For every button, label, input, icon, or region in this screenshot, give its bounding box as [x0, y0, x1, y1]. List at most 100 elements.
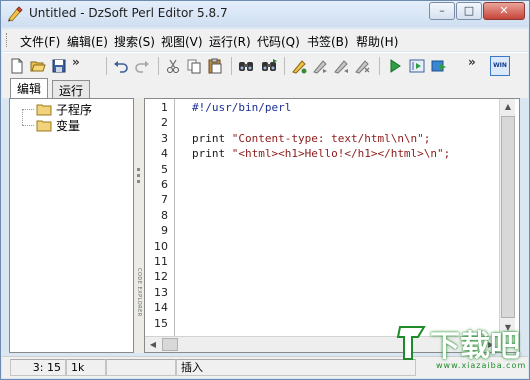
vertical-scroll-thumb[interactable] — [501, 116, 515, 318]
horizontal-scroll-thumb[interactable] — [162, 338, 178, 351]
minimize-button[interactable]: – — [429, 2, 455, 20]
menu-search[interactable]: 搜索(S) — [114, 33, 155, 50]
line-number: 10 — [154, 239, 168, 253]
bookmark-clear-icon[interactable] — [353, 57, 371, 75]
line-number: 5 — [161, 162, 168, 176]
menu-edit[interactable]: 编辑(E) — [67, 33, 108, 50]
watermark-logo-icon — [396, 326, 426, 360]
code-explorer-tree: 子程序 变量 — [9, 98, 134, 353]
cut-icon[interactable] — [164, 57, 182, 75]
line-number: 6 — [161, 178, 168, 191]
undo-icon[interactable] — [112, 57, 130, 75]
line-number: 15 — [154, 316, 168, 330]
save-icon[interactable] — [50, 57, 68, 75]
tab-run[interactable]: 运行 — [52, 80, 91, 98]
splitter-grip-dot — [137, 180, 140, 183]
folder-icon — [36, 119, 52, 132]
paste-icon[interactable] — [206, 57, 224, 75]
app-window: Untitled - DzSoft Perl Editor 5.8.7 – □ … — [0, 0, 530, 380]
toolbar-overflow-chevron-2[interactable]: » — [468, 55, 476, 69]
close-icon: ✕ — [499, 4, 509, 17]
run-icon[interactable] — [386, 57, 404, 75]
watermark-url: www.xiazaiba.com — [436, 361, 527, 370]
line-number: 4 — [161, 147, 168, 161]
scroll-left-arrow-icon[interactable]: ◀ — [145, 337, 161, 353]
perl-editor-app-icon — [7, 6, 23, 22]
menu-view[interactable]: 视图(V) — [161, 33, 203, 50]
tree-item-label: 变量 — [56, 118, 81, 133]
panel-tabs: 编辑 运行 — [2, 78, 528, 98]
copy-icon[interactable] — [185, 57, 203, 75]
new-file-icon[interactable] — [8, 57, 26, 75]
line-number: 14 — [154, 301, 168, 315]
code-token-str: "<html><h1>Hello!</h1></html>\n"; — [231, 147, 451, 161]
splitter-grip-dot — [137, 174, 140, 177]
tree-item-variables[interactable]: 变量 — [36, 117, 80, 133]
toolbar-separator — [379, 57, 380, 75]
line-number: 3 — [161, 131, 168, 145]
code-editor[interactable]: 1 2 3 4 5 6 7 8 9 10 11 12 13 14 15 #!/usr/bin/perl pri… — [144, 98, 520, 353]
window-controls: – □ ✕ — [428, 2, 525, 20]
line-number: 13 — [154, 285, 168, 299]
bookmark-toggle-icon[interactable] — [290, 57, 308, 75]
status-insert-mode: 插入 — [176, 359, 416, 376]
watermark-text: 下载吧 — [430, 329, 520, 364]
win-mode-button[interactable]: WIN — [490, 56, 510, 76]
scroll-up-arrow-icon[interactable]: ▲ — [500, 99, 516, 115]
code-line[interactable]: print "Content-type: text/html\n\n"; — [192, 132, 430, 145]
bookmark-prev-icon[interactable] — [332, 57, 350, 75]
code-text-area[interactable]: #!/usr/bin/perl print "Content-type: text… — [176, 99, 496, 336]
title-bar[interactable]: Untitled - DzSoft Perl Editor 5.8.7 – □ … — [1, 1, 529, 27]
tab-edit[interactable]: 编辑 — [10, 78, 49, 98]
menu-bookmarks[interactable]: 书签(B) — [307, 33, 349, 50]
splitter-grip-dot — [137, 168, 140, 171]
menu-bar: 文件(F) 编辑(E) 搜索(S) 视图(V) 运行(R) 代码(Q) 书签(B… — [2, 29, 528, 51]
status-modified — [106, 359, 176, 376]
bookmark-next-icon[interactable] — [311, 57, 329, 75]
tree-connector — [22, 109, 23, 125]
line-number: 11 — [154, 255, 168, 268]
line-number-gutter: 1 2 3 4 5 6 7 8 9 10 11 12 13 14 15 — [145, 99, 175, 336]
line-number: 8 — [161, 208, 168, 222]
toolbar-separator — [284, 57, 285, 75]
line-number: 2 — [161, 116, 168, 130]
site-watermark: 下载吧 www.xiazaiba.com — [396, 319, 528, 379]
folder-icon — [36, 103, 52, 116]
code-token-kw: print — [192, 131, 232, 145]
open-folder-icon[interactable] — [29, 57, 47, 75]
find-icon[interactable] — [237, 57, 255, 75]
maximize-button[interactable]: □ — [456, 2, 482, 20]
tree-connector — [22, 125, 34, 126]
tree-item-label: 子程序 — [56, 102, 93, 117]
line-number: 12 — [154, 270, 168, 284]
menubar-grip[interactable] — [6, 33, 9, 47]
code-token-str: "Content-type: text/html\n\n"; — [231, 131, 431, 145]
menu-file[interactable]: 文件(F) — [20, 33, 60, 50]
tree-item-subroutines[interactable]: 子程序 — [36, 101, 92, 117]
minimize-icon: – — [439, 4, 445, 17]
code-line[interactable]: #!/usr/bin/perl — [192, 101, 291, 114]
code-token-kw: print — [192, 147, 232, 161]
toolbar-separator — [106, 57, 107, 75]
status-cursor-position: 3: 15 — [10, 359, 66, 376]
tree-connector — [22, 109, 34, 110]
menu-code[interactable]: 代码(Q) — [257, 33, 300, 50]
redo-icon[interactable] — [133, 57, 151, 75]
window-title: Untitled - DzSoft Perl Editor 5.8.7 — [29, 6, 228, 20]
run-in-window-icon[interactable] — [408, 57, 426, 75]
maximize-icon: □ — [463, 4, 475, 17]
line-number: 9 — [161, 224, 168, 238]
menu-help[interactable]: 帮助(H) — [356, 33, 398, 50]
close-button[interactable]: ✕ — [483, 2, 525, 20]
menu-run[interactable]: 运行(R) — [209, 33, 251, 50]
status-file-size: 1k — [66, 359, 106, 376]
run-browser-icon[interactable] — [430, 57, 448, 75]
toolbar-separator — [231, 57, 232, 75]
code-line[interactable]: print "<html><h1>Hello!</h1></html>\n"; — [192, 147, 450, 160]
code-explorer-splitter[interactable]: CODE EXPLORER — [134, 98, 144, 353]
line-number: 7 — [161, 193, 168, 207]
toolbar-overflow-chevron[interactable]: » — [72, 55, 80, 69]
code-explorer-label: CODE EXPLORER — [136, 268, 142, 317]
find-next-icon[interactable] — [260, 57, 278, 75]
vertical-scrollbar[interactable]: ▲ ▼ — [499, 99, 515, 336]
